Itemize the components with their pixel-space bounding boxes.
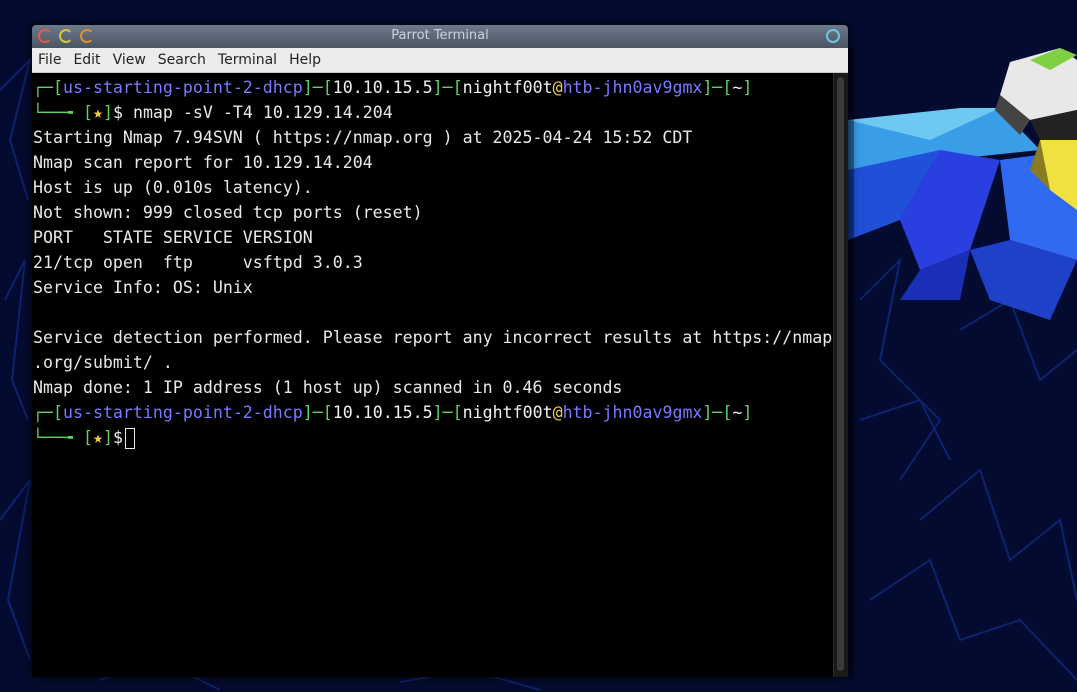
prompt-star: ★: [92, 103, 103, 122]
prompt-line-1: ┌─[us-starting-point-2-dhcp]─[10.10.15.5…: [33, 78, 753, 97]
prompt-user: nightf00t: [462, 78, 553, 97]
prompt-symbol: $: [112, 103, 123, 122]
menu-bar: File Edit View Search Terminal Help: [32, 48, 848, 73]
menu-help[interactable]: Help: [283, 48, 327, 72]
terminal-window: Parrot Terminal File Edit View Search Termin…: [32, 25, 848, 677]
text-cursor: [124, 428, 135, 449]
command-line-1: └──╼ [★]$ nmap -sV -T4 10.129.14.204: [33, 103, 393, 122]
output-line: Service detection performed. Please repo…: [33, 328, 833, 347]
prompt-symbol: $: [112, 428, 123, 447]
prompt-dir: ~: [732, 403, 743, 422]
prompt-host: htb-jhn0av9gmx: [562, 403, 703, 422]
output-line: Service Info: OS: Unix: [33, 278, 253, 297]
prompt-line-2: ┌─[us-starting-point-2-dhcp]─[10.10.15.5…: [33, 403, 753, 422]
prompt-ip: 10.10.15.5: [332, 78, 433, 97]
window-titlebar[interactable]: Parrot Terminal: [32, 25, 848, 48]
prompt-star: ★: [92, 428, 103, 447]
sticky-icon[interactable]: [826, 29, 840, 43]
output-line: Nmap done: 1 IP address (1 host up) scan…: [33, 378, 623, 397]
terminal-scrollbar[interactable]: [833, 73, 848, 677]
output-line: Host is up (0.010s latency).: [33, 178, 313, 197]
output-line: Nmap scan report for 10.129.14.204: [33, 153, 373, 172]
menu-file[interactable]: File: [32, 48, 67, 72]
command-text: nmap -sV -T4 10.129.14.204: [132, 103, 393, 122]
command-line-2[interactable]: └──╼ [★]$: [33, 425, 135, 450]
prompt-context: us-starting-point-2-dhcp: [62, 78, 303, 97]
terminal-output[interactable]: ┌─[us-starting-point-2-dhcp]─[10.10.15.5…: [32, 73, 834, 677]
scrollbar-thumb[interactable]: [837, 77, 844, 671]
prompt-ip: 10.10.15.5: [332, 403, 433, 422]
output-line: .org/submit/ .: [33, 353, 173, 372]
menu-search[interactable]: Search: [152, 48, 212, 72]
output-line: PORT STATE SERVICE VERSION: [33, 228, 313, 247]
output-line: Starting Nmap 7.94SVN ( https://nmap.org…: [33, 128, 693, 147]
menu-terminal[interactable]: Terminal: [212, 48, 283, 72]
prompt-dir: ~: [732, 78, 743, 97]
prompt-context: us-starting-point-2-dhcp: [62, 403, 303, 422]
prompt-user: nightf00t: [462, 403, 553, 422]
prompt-at: @: [552, 78, 563, 97]
prompt-at: @: [552, 403, 563, 422]
output-line: 21/tcp open ftp vsftpd 3.0.3: [33, 253, 363, 272]
prompt-host: htb-jhn0av9gmx: [562, 78, 703, 97]
output-line: Not shown: 999 closed tcp ports (reset): [33, 203, 423, 222]
window-title: Parrot Terminal: [391, 28, 489, 43]
menu-view[interactable]: View: [107, 48, 152, 72]
menu-edit[interactable]: Edit: [67, 48, 106, 72]
